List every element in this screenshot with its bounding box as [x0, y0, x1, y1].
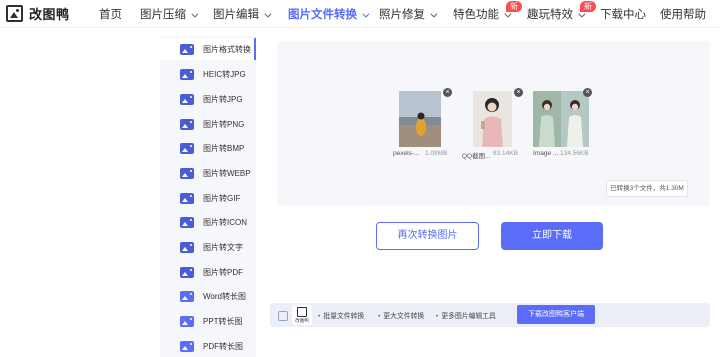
nav-fun-effects-label: 趣玩特效: [527, 9, 573, 21]
file-name: Image ...: [533, 150, 559, 157]
remove-file-icon[interactable]: ×: [583, 88, 592, 97]
sidebar: 图片格式转换 HEIC转JPG 图片转JPG 图片转PNG 图片转BMP 图片转…: [160, 36, 256, 357]
document-icon: [180, 340, 194, 352]
nav-home-label: 首页: [99, 9, 122, 21]
nav-photo-repair[interactable]: 照片修复: [379, 6, 438, 22]
nav-image-convert[interactable]: 图片文件转换: [288, 6, 370, 22]
image-icon: [180, 118, 194, 130]
sidebar-item-label: 图片转PNG: [203, 119, 245, 129]
file-thumbnail[interactable]: [399, 91, 441, 147]
sidebar-item-to-jpg[interactable]: 图片转JPG: [160, 88, 256, 110]
sidebar-item-to-webp[interactable]: 图片转WEBP: [160, 162, 256, 184]
nav-image-compress-label: 图片压缩: [140, 9, 186, 21]
logo-icon: [6, 5, 23, 22]
sidebar-item-to-pdf[interactable]: 图片转PDF: [160, 261, 256, 283]
file-thumbnail[interactable]: [533, 91, 589, 147]
file-size: 83.14KB: [493, 150, 518, 157]
nav-special-features-label: 特色功能: [453, 9, 499, 21]
document-icon: [180, 290, 194, 302]
logo-icon: [297, 307, 307, 317]
download-now-button[interactable]: 立即下载: [501, 222, 603, 250]
nav-fun-effects[interactable]: 趣玩特效新: [527, 1, 596, 22]
chevron-down-icon: [362, 10, 370, 18]
sidebar-item-label: 图片转PDF: [203, 267, 243, 277]
image-icon: [180, 43, 194, 55]
file-size: 134.56KB: [560, 150, 589, 157]
top-navigation: 改图鸭 首页 图片压缩 图片编辑 图片文件转换 照片修复 特色功能新 趣玩特效新…: [0, 0, 720, 28]
sidebar-item-label: 图片转WEBP: [203, 168, 251, 178]
nav-help[interactable]: 使用帮助: [660, 6, 706, 22]
nav-special-features[interactable]: 特色功能新: [453, 1, 522, 22]
chevron-down-icon: [264, 10, 272, 18]
sidebar-item-to-bmp[interactable]: 图片转BMP: [160, 137, 256, 159]
sidebar-item-label: 图片格式转换: [203, 44, 251, 54]
image-icon: [180, 142, 194, 154]
file-thumbnail[interactable]: [473, 91, 512, 147]
sidebar-item-to-icon[interactable]: 图片转ICON: [160, 211, 256, 233]
two-portraits-photo-image: [533, 91, 589, 147]
file-size: 1.09MB: [425, 150, 448, 157]
client-promo-bar: 改图鸭 批量文件转换 更大文件转换 更多图片编辑工具 下载改图鸭客户端: [270, 303, 710, 327]
sidebar-item-label: 图片转JPG: [203, 94, 243, 104]
promo-feature: 更大文件转换: [378, 310, 424, 320]
sidebar-item-label: PDF转长图: [203, 341, 243, 351]
sidebar-item-label: 图片转文字: [203, 242, 243, 252]
sidebar-item-to-text[interactable]: 图片转文字: [160, 236, 256, 258]
sidebar-item-label: PPT转长图: [203, 316, 243, 326]
image-icon: [180, 93, 194, 105]
nav-image-edit-label: 图片编辑: [213, 9, 259, 21]
sidebar-item-ppt-to-long-image[interactable]: PPT转长图: [160, 310, 256, 332]
sidebar-item-heic-to-jpg[interactable]: HEIC转JPG: [160, 63, 256, 85]
remove-file-icon[interactable]: ×: [514, 88, 523, 97]
sidebar-item-image-format-convert[interactable]: 图片格式转换: [160, 38, 256, 60]
file-name: QQ截图...: [462, 153, 491, 160]
promo-feature: 更多图片编辑工具: [436, 310, 495, 320]
sidebar-item-label: Word转长图: [203, 291, 246, 301]
client-logo-caption: 改图鸭: [295, 318, 309, 323]
image-icon: [180, 216, 194, 228]
converted-files-panel: × pexels-... 1.09MB × QQ截图... 83.14KB × …: [277, 41, 710, 206]
sidebar-item-label: HEIC转JPG: [203, 69, 246, 79]
nav-download-center-label: 下载中心: [600, 9, 646, 21]
document-icon: [180, 315, 194, 327]
app-logo[interactable]: 改图鸭: [6, 4, 70, 23]
nav-image-compress[interactable]: 图片压缩: [140, 6, 199, 22]
sidebar-item-label: 图片转GIF: [203, 193, 241, 203]
file-name: pexels-...: [393, 150, 420, 157]
sidebar-item-word-to-long-image[interactable]: Word转长图: [160, 285, 256, 307]
beach-photo-image: [399, 91, 441, 147]
nav-image-edit[interactable]: 图片编辑: [213, 6, 272, 22]
image-icon: [180, 241, 194, 253]
sidebar-item-to-png[interactable]: 图片转PNG: [160, 113, 256, 135]
new-badge: 新: [506, 1, 522, 12]
chevron-down-icon: [191, 10, 199, 18]
nav-home[interactable]: 首页: [99, 6, 122, 22]
sidebar-item-label: 图片转ICON: [203, 217, 247, 227]
conversion-summary: 已转换3个文件，共1.30M: [606, 180, 688, 197]
nav-help-label: 使用帮助: [660, 9, 706, 21]
sidebar-item-label: 图片转BMP: [203, 143, 245, 153]
image-icon: [180, 192, 194, 204]
image-icon: [278, 311, 288, 321]
sidebar-item-to-gif[interactable]: 图片转GIF: [160, 187, 256, 209]
sidebar-item-pdf-to-long-image[interactable]: PDF转长图: [160, 335, 256, 357]
image-icon: [180, 167, 194, 179]
image-icon: [180, 68, 194, 80]
portrait-photo-image: [473, 91, 512, 147]
convert-again-button[interactable]: 再次转换图片: [376, 222, 479, 250]
logo-text: 改图鸭: [29, 7, 70, 22]
chevron-down-icon: [430, 10, 438, 18]
remove-file-icon[interactable]: ×: [443, 88, 452, 97]
download-client-button[interactable]: 下载改图鸭客户端: [517, 305, 595, 324]
client-logo: 改图鸭: [292, 305, 312, 325]
image-icon: [180, 266, 194, 278]
nav-photo-repair-label: 照片修复: [379, 9, 425, 21]
nav-image-convert-label: 图片文件转换: [288, 9, 357, 21]
promo-feature: 批量文件转换: [318, 310, 364, 320]
new-badge: 新: [580, 1, 596, 12]
nav-download-center[interactable]: 下载中心: [600, 6, 646, 22]
